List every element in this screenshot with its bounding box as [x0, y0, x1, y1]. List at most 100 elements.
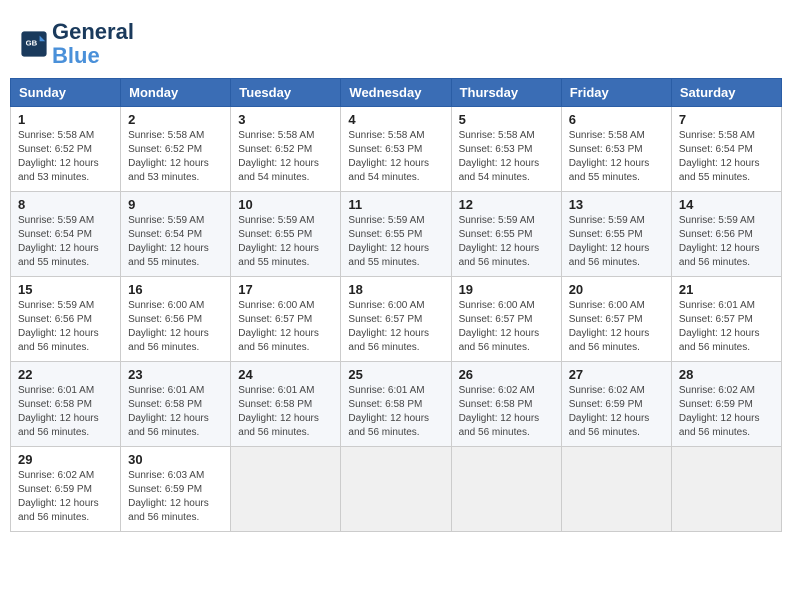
- day-info: Sunrise: 6:01 AM Sunset: 6:58 PM Dayligh…: [348, 384, 443, 440]
- day-info: Sunrise: 5:58 AM Sunset: 6:53 PM Dayligh…: [459, 129, 554, 185]
- day-number: 14: [679, 197, 774, 212]
- calendar-cell: 23 Sunrise: 6:01 AM Sunset: 6:58 PM Dayli…: [121, 362, 231, 447]
- day-info: Sunrise: 6:03 AM Sunset: 6:59 PM Dayligh…: [128, 469, 223, 525]
- calendar-cell: [561, 447, 671, 532]
- calendar-cell: 20 Sunrise: 6:00 AM Sunset: 6:57 PM Dayli…: [561, 277, 671, 362]
- day-number: 19: [459, 282, 554, 297]
- day-info: Sunrise: 6:02 AM Sunset: 6:59 PM Dayligh…: [569, 384, 664, 440]
- day-number: 22: [18, 367, 113, 382]
- calendar-cell: 15 Sunrise: 5:59 AM Sunset: 6:56 PM Dayli…: [11, 277, 121, 362]
- calendar-cell: 8 Sunrise: 5:59 AM Sunset: 6:54 PM Daylig…: [11, 192, 121, 277]
- day-number: 13: [569, 197, 664, 212]
- day-number: 4: [348, 112, 443, 127]
- day-info: Sunrise: 5:59 AM Sunset: 6:54 PM Dayligh…: [18, 214, 113, 270]
- calendar-cell: 16 Sunrise: 6:00 AM Sunset: 6:56 PM Dayli…: [121, 277, 231, 362]
- calendar-cell: 6 Sunrise: 5:58 AM Sunset: 6:53 PM Daylig…: [561, 107, 671, 192]
- day-number: 29: [18, 452, 113, 467]
- calendar-cell: 7 Sunrise: 5:58 AM Sunset: 6:54 PM Daylig…: [671, 107, 781, 192]
- calendar-cell: 11 Sunrise: 5:59 AM Sunset: 6:55 PM Dayli…: [341, 192, 451, 277]
- weekday-header: Wednesday: [341, 79, 451, 107]
- calendar-cell: 25 Sunrise: 6:01 AM Sunset: 6:58 PM Dayli…: [341, 362, 451, 447]
- day-info: Sunrise: 5:58 AM Sunset: 6:52 PM Dayligh…: [128, 129, 223, 185]
- page-header: GB GeneralBlue: [10, 10, 782, 73]
- day-number: 11: [348, 197, 443, 212]
- day-number: 20: [569, 282, 664, 297]
- calendar-cell: 5 Sunrise: 5:58 AM Sunset: 6:53 PM Daylig…: [451, 107, 561, 192]
- weekday-header: Sunday: [11, 79, 121, 107]
- calendar-cell: 26 Sunrise: 6:02 AM Sunset: 6:58 PM Dayli…: [451, 362, 561, 447]
- day-number: 9: [128, 197, 223, 212]
- day-info: Sunrise: 5:58 AM Sunset: 6:52 PM Dayligh…: [18, 129, 113, 185]
- calendar-cell: 14 Sunrise: 5:59 AM Sunset: 6:56 PM Dayli…: [671, 192, 781, 277]
- day-info: Sunrise: 5:59 AM Sunset: 6:54 PM Dayligh…: [128, 214, 223, 270]
- day-info: Sunrise: 6:00 AM Sunset: 6:57 PM Dayligh…: [569, 299, 664, 355]
- calendar-cell: [231, 447, 341, 532]
- weekday-header: Friday: [561, 79, 671, 107]
- day-info: Sunrise: 6:02 AM Sunset: 6:59 PM Dayligh…: [679, 384, 774, 440]
- day-info: Sunrise: 6:00 AM Sunset: 6:57 PM Dayligh…: [459, 299, 554, 355]
- day-info: Sunrise: 5:59 AM Sunset: 6:55 PM Dayligh…: [348, 214, 443, 270]
- calendar-week-row: 15 Sunrise: 5:59 AM Sunset: 6:56 PM Dayli…: [11, 277, 782, 362]
- day-number: 18: [348, 282, 443, 297]
- day-number: 21: [679, 282, 774, 297]
- day-info: Sunrise: 6:02 AM Sunset: 6:59 PM Dayligh…: [18, 469, 113, 525]
- day-number: 8: [18, 197, 113, 212]
- day-info: Sunrise: 5:59 AM Sunset: 6:55 PM Dayligh…: [459, 214, 554, 270]
- calendar-cell: 29 Sunrise: 6:02 AM Sunset: 6:59 PM Dayli…: [11, 447, 121, 532]
- day-number: 5: [459, 112, 554, 127]
- calendar-cell: 18 Sunrise: 6:00 AM Sunset: 6:57 PM Dayli…: [341, 277, 451, 362]
- day-number: 30: [128, 452, 223, 467]
- day-info: Sunrise: 5:58 AM Sunset: 6:53 PM Dayligh…: [569, 129, 664, 185]
- day-info: Sunrise: 6:00 AM Sunset: 6:57 PM Dayligh…: [238, 299, 333, 355]
- calendar-cell: 3Sunrise: 5:58 AM Sunset: 6:52 PM Daylig…: [231, 107, 341, 192]
- calendar: SundayMondayTuesdayWednesdayThursdayFrid…: [10, 78, 782, 532]
- day-number: 6: [569, 112, 664, 127]
- calendar-cell: 2 Sunrise: 5:58 AM Sunset: 6:52 PM Daylig…: [121, 107, 231, 192]
- day-number: 2: [128, 112, 223, 127]
- day-number: 26: [459, 367, 554, 382]
- calendar-cell: 27 Sunrise: 6:02 AM Sunset: 6:59 PM Dayli…: [561, 362, 671, 447]
- logo-icon: GB: [20, 30, 48, 58]
- day-number: 10: [238, 197, 333, 212]
- day-info: Sunrise: 5:58 AM Sunset: 6:54 PM Dayligh…: [679, 129, 774, 185]
- day-number: 25: [348, 367, 443, 382]
- calendar-cell: 24 Sunrise: 6:01 AM Sunset: 6:58 PM Dayli…: [231, 362, 341, 447]
- day-number: 24: [238, 367, 333, 382]
- day-number: 17: [238, 282, 333, 297]
- day-info: Sunrise: 6:02 AM Sunset: 6:58 PM Dayligh…: [459, 384, 554, 440]
- day-info: Sunrise: 5:59 AM Sunset: 6:56 PM Dayligh…: [18, 299, 113, 355]
- day-number: 28: [679, 367, 774, 382]
- calendar-cell: 13 Sunrise: 5:59 AM Sunset: 6:55 PM Dayli…: [561, 192, 671, 277]
- calendar-cell: 22 Sunrise: 6:01 AM Sunset: 6:58 PM Dayli…: [11, 362, 121, 447]
- day-info: Sunrise: 5:59 AM Sunset: 6:55 PM Dayligh…: [569, 214, 664, 270]
- day-info: Sunrise: 6:01 AM Sunset: 6:57 PM Dayligh…: [679, 299, 774, 355]
- weekday-header: Saturday: [671, 79, 781, 107]
- calendar-cell: [341, 447, 451, 532]
- calendar-cell: [451, 447, 561, 532]
- logo: GB GeneralBlue: [20, 20, 134, 68]
- day-info: Sunrise: 5:58 AM Sunset: 6:53 PM Dayligh…: [348, 129, 443, 185]
- calendar-cell: 12Sunrise: 5:59 AM Sunset: 6:55 PM Dayli…: [451, 192, 561, 277]
- logo-text: GeneralBlue: [52, 20, 134, 68]
- day-number: 16: [128, 282, 223, 297]
- calendar-cell: 4 Sunrise: 5:58 AM Sunset: 6:53 PM Daylig…: [341, 107, 451, 192]
- calendar-cell: 17 Sunrise: 6:00 AM Sunset: 6:57 PM Dayli…: [231, 277, 341, 362]
- day-info: Sunrise: 6:01 AM Sunset: 6:58 PM Dayligh…: [128, 384, 223, 440]
- day-info: Sunrise: 5:59 AM Sunset: 6:55 PM Dayligh…: [238, 214, 333, 270]
- day-info: Sunrise: 6:00 AM Sunset: 6:57 PM Dayligh…: [348, 299, 443, 355]
- day-number: 27: [569, 367, 664, 382]
- calendar-cell: 10 Sunrise: 5:59 AM Sunset: 6:55 PM Dayli…: [231, 192, 341, 277]
- day-info: Sunrise: 6:01 AM Sunset: 6:58 PM Dayligh…: [238, 384, 333, 440]
- svg-text:GB: GB: [26, 39, 38, 48]
- day-info: Sunrise: 5:58 AM Sunset: 6:52 PM Dayligh…: [238, 129, 333, 185]
- day-info: Sunrise: 6:00 AM Sunset: 6:56 PM Dayligh…: [128, 299, 223, 355]
- day-number: 7: [679, 112, 774, 127]
- calendar-cell: 28 Sunrise: 6:02 AM Sunset: 6:59 PM Dayli…: [671, 362, 781, 447]
- weekday-header: Tuesday: [231, 79, 341, 107]
- day-number: 15: [18, 282, 113, 297]
- calendar-cell: [671, 447, 781, 532]
- day-info: Sunrise: 6:01 AM Sunset: 6:58 PM Dayligh…: [18, 384, 113, 440]
- day-number: 23: [128, 367, 223, 382]
- day-info: Sunrise: 5:59 AM Sunset: 6:56 PM Dayligh…: [679, 214, 774, 270]
- calendar-week-row: 1Sunrise: 5:58 AM Sunset: 6:52 PM Daylig…: [11, 107, 782, 192]
